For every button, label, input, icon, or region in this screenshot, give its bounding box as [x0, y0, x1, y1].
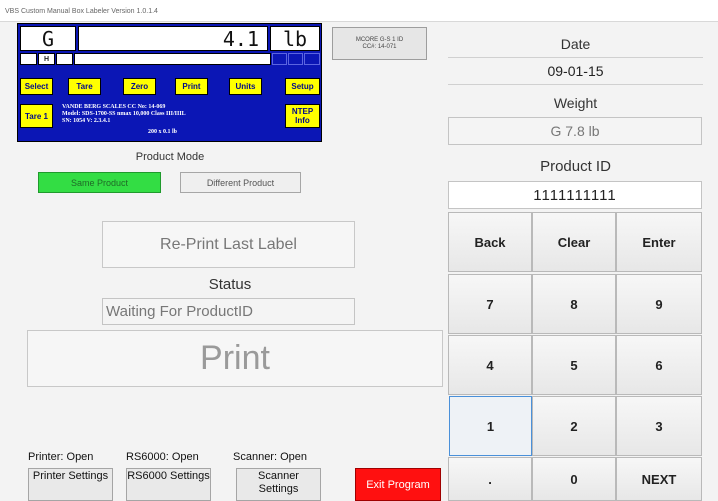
annunciator-bar	[74, 53, 271, 65]
indicator-zero-key[interactable]: Zero	[123, 78, 156, 95]
annunciator-dark	[304, 53, 320, 65]
key-0[interactable]: 0	[532, 457, 616, 501]
back-key[interactable]: Back	[448, 212, 532, 272]
product-id-label: Product ID	[540, 158, 611, 175]
unit-display: lb	[270, 26, 320, 51]
date-value: 09-01-15	[547, 63, 604, 79]
spec-line-3: SN: 1054 V: 2.3.4.1	[62, 118, 111, 124]
annunciator-blank	[56, 53, 73, 65]
key-4[interactable]: 4	[448, 335, 532, 395]
rs6000-status: RS6000: Open	[126, 451, 199, 463]
annunciator-dark	[272, 53, 287, 65]
annunciator-blank	[20, 53, 37, 65]
weight-display: 4.1	[78, 26, 268, 51]
gross-net-display: G	[20, 26, 76, 51]
indicator-print-key[interactable]: Print	[175, 78, 208, 95]
key-2[interactable]: 2	[532, 396, 616, 456]
same-product-button[interactable]: Same Product	[38, 172, 161, 193]
printer-settings-button[interactable]: Printer Settings	[28, 468, 113, 501]
enter-key[interactable]: Enter	[616, 212, 702, 272]
product-mode-label: Product Mode	[135, 151, 205, 163]
scanner-settings-button[interactable]: Scanner Settings	[236, 468, 321, 501]
different-product-button[interactable]: Different Product	[180, 172, 301, 193]
mcore-info-box: MCORE G-S 1 ID CC#: 14-071	[332, 27, 427, 60]
annunciator-h: H	[38, 53, 55, 65]
reprint-last-label-button[interactable]: Re-Print Last Label	[102, 221, 355, 268]
indicator-ntep-info-key[interactable]: NTEP Info	[285, 104, 320, 128]
indicator-tare-1-key[interactable]: Tare 1	[20, 104, 53, 128]
date-label: Date	[560, 36, 591, 52]
printer-status: Printer: Open	[28, 451, 94, 463]
next-key[interactable]: NEXT	[616, 457, 702, 501]
indicator-select-key[interactable]: Select	[20, 78, 53, 95]
key-8[interactable]: 8	[532, 274, 616, 334]
key-9[interactable]: 9	[616, 274, 702, 334]
product-id-input[interactable]: 1111111111	[448, 181, 702, 209]
scale-indicator-panel: G 4.1 lb H Select Tare Zero Print Units …	[17, 23, 322, 142]
spec-line-2: Model: SDS-1700-SS nmax 10,000 Class III…	[62, 111, 186, 117]
window-title: VBS Custom Manual Box Labeler Version 1.…	[5, 8, 158, 15]
scanner-status: Scanner: Open	[233, 451, 307, 463]
key-7[interactable]: 7	[448, 274, 532, 334]
decimal-key[interactable]: .	[448, 457, 532, 501]
window-title-bar: VBS Custom Manual Box Labeler Version 1.…	[0, 0, 718, 22]
print-button[interactable]: Print	[27, 330, 443, 387]
weight-label: Weight	[553, 95, 598, 111]
key-1[interactable]: 1	[449, 396, 532, 456]
key-6[interactable]: 6	[616, 335, 702, 395]
mcore-line-2: CC#: 14-071	[362, 44, 397, 50]
divider	[448, 57, 703, 58]
mcore-line-1: MCORE G-S 1 ID	[355, 37, 404, 43]
indicator-setup-key[interactable]: Setup	[285, 78, 320, 95]
status-label: Status	[208, 276, 252, 293]
indicator-tare-key[interactable]: Tare	[68, 78, 101, 95]
weight-field: G 7.8 lb	[448, 117, 702, 145]
spec-line-1: VANDE BERG SCALES CC No: 14-069	[62, 104, 166, 110]
divider	[448, 84, 703, 85]
rs6000-settings-button[interactable]: RS6000 Settings	[126, 468, 211, 501]
capacity-label: 200 x 0.1 lb	[148, 129, 178, 135]
status-field: Waiting For ProductID	[102, 298, 355, 325]
key-5[interactable]: 5	[532, 335, 616, 395]
key-3[interactable]: 3	[616, 396, 702, 456]
exit-program-button[interactable]: Exit Program	[355, 468, 441, 501]
annunciator-dark	[288, 53, 303, 65]
clear-key[interactable]: Clear	[532, 212, 616, 272]
indicator-units-key[interactable]: Units	[229, 78, 262, 95]
